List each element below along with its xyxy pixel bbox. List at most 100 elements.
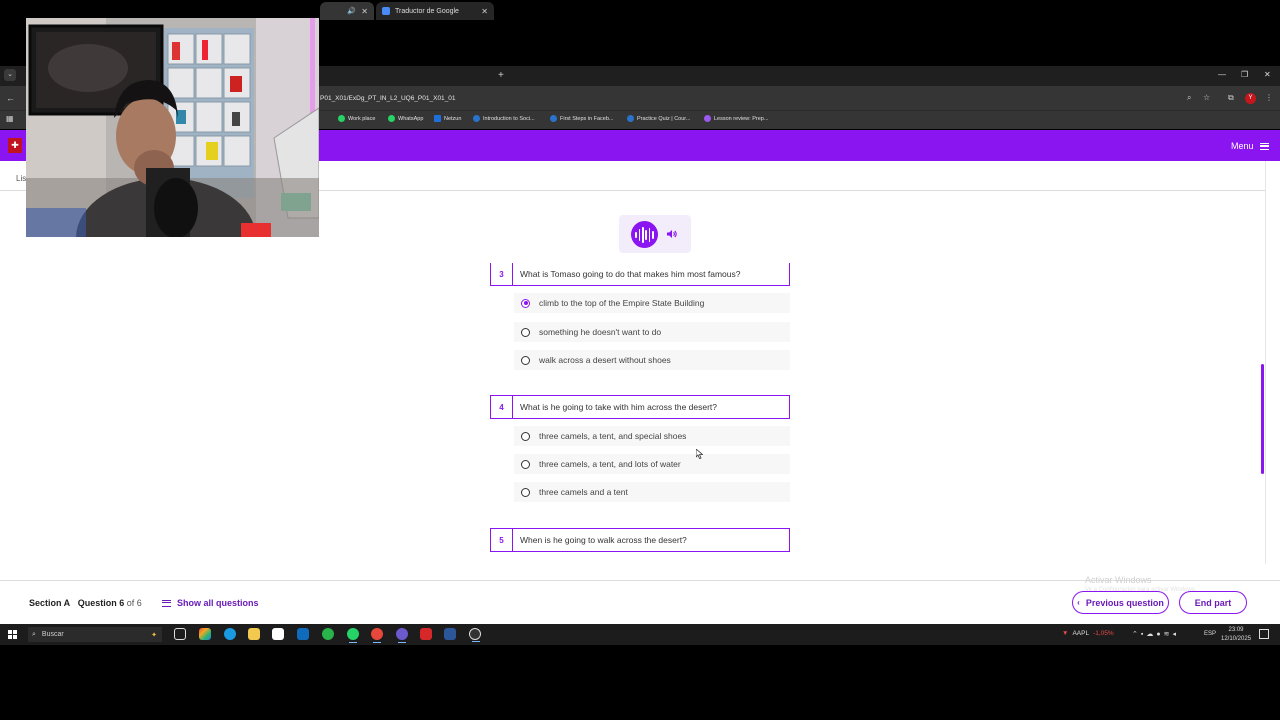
- option-q4-a[interactable]: three camels, a tent, and special shoes: [514, 426, 790, 446]
- bookmark-lesson-review[interactable]: Lesson review: Prep...: [704, 115, 768, 122]
- apps-grid-icon[interactable]: ▦: [6, 114, 14, 123]
- question-total: of 6: [126, 598, 142, 608]
- tab-current[interactable]: 🔊 ✕: [320, 2, 374, 20]
- subnav-label[interactable]: Lis: [16, 174, 26, 183]
- language-indicator[interactable]: ESP: [1204, 631, 1216, 637]
- whatsapp-icon: [338, 115, 345, 122]
- bookmark-work-place[interactable]: Work place: [338, 115, 375, 122]
- radio-button[interactable]: [521, 487, 530, 497]
- whatsapp-icon[interactable]: [347, 628, 359, 643]
- option-q3-a[interactable]: climb to the top of the Empire State Bui…: [514, 293, 790, 313]
- stock-change: -1,05%: [1093, 630, 1114, 637]
- university-logo[interactable]: ✚: [8, 138, 22, 153]
- question-number: 5: [491, 529, 513, 551]
- bookmark-label: Netzun: [444, 115, 462, 122]
- outlook-icon[interactable]: [297, 628, 309, 640]
- streaming-app-icon[interactable]: [396, 628, 408, 643]
- taskbar-clock[interactable]: 23:09 12/10/2025: [1221, 626, 1251, 644]
- taskbar-search-input[interactable]: ⌕ Buscar ✦: [28, 627, 162, 642]
- bookmark-label: Lesson review: Prep...: [714, 115, 769, 122]
- option-text: three camels, a tent, and special shoes: [539, 431, 687, 441]
- notification-icon[interactable]: [1259, 629, 1269, 639]
- option-q4-c[interactable]: three camels and a tent: [514, 482, 790, 502]
- bookmark-practice-quiz[interactable]: Practice Quiz | Cour...: [627, 115, 690, 122]
- option-q3-b[interactable]: something he doesn't want to do: [514, 322, 790, 342]
- task-view-icon[interactable]: [174, 628, 186, 640]
- volume-icon[interactable]: [666, 228, 678, 240]
- bookmark-label: Practice Quiz | Cour...: [637, 115, 691, 122]
- minimize-icon[interactable]: —: [1218, 70, 1226, 79]
- tab-search-button[interactable]: ⌄: [4, 69, 16, 81]
- bookmark-netzun[interactable]: Netzun: [434, 115, 461, 122]
- radio-button[interactable]: [521, 431, 530, 441]
- spotify-icon[interactable]: [322, 628, 334, 640]
- screen: ⌄ 🔊 ✕ Traductor de Google ✕ + — ❐ ✕ ← P0…: [0, 0, 1280, 720]
- content-scrollbar[interactable]: [1261, 364, 1264, 474]
- section-progress: Section A Question 6 of 6: [29, 598, 142, 608]
- end-part-button[interactable]: End part: [1179, 591, 1247, 614]
- chevron-left-icon: ‹: [1077, 598, 1080, 607]
- search-icon: ⌕: [32, 630, 36, 638]
- word-icon[interactable]: [444, 628, 456, 640]
- bookmark-label: WhatsApp: [398, 115, 424, 122]
- content-edge: [1265, 161, 1266, 564]
- option-text: three camels, a tent, and lots of water: [539, 459, 681, 469]
- file-explorer-icon[interactable]: [248, 628, 260, 640]
- bookmark-label: Introduction to Soci...: [483, 115, 535, 122]
- clock-date: 12/10/2025: [1221, 636, 1252, 642]
- end-part-label: End part: [1194, 597, 1232, 608]
- lesson-icon: [704, 115, 711, 122]
- menu-button[interactable]: Menu: [1231, 141, 1269, 151]
- speaker-icon: 🔊: [347, 8, 356, 15]
- chrome-icon[interactable]: [371, 628, 383, 643]
- previous-question-button[interactable]: ‹ Previous question: [1072, 591, 1169, 614]
- close-window-icon[interactable]: ✕: [1264, 70, 1271, 79]
- kebab-menu-icon[interactable]: ⋮: [1265, 93, 1273, 102]
- radio-button[interactable]: [521, 355, 530, 365]
- bookmark-label: First Steps in Faceb...: [560, 115, 614, 122]
- option-text: three camels and a tent: [539, 487, 628, 497]
- option-q3-c[interactable]: walk across a desert without shoes: [514, 350, 790, 370]
- close-icon[interactable]: ✕: [481, 7, 488, 16]
- option-text: climb to the top of the Empire State Bui…: [539, 298, 705, 308]
- store-icon[interactable]: [272, 628, 284, 640]
- tab-translator[interactable]: Traductor de Google ✕: [376, 2, 494, 20]
- new-tab-button[interactable]: +: [498, 70, 504, 81]
- copilot-icon[interactable]: [199, 628, 211, 640]
- option-text: something he doesn't want to do: [539, 327, 662, 337]
- brave-icon[interactable]: [420, 628, 432, 640]
- restore-icon[interactable]: ❐: [1241, 70, 1248, 79]
- system-tray[interactable]: ⌃▪☁●≋◂: [1132, 630, 1179, 638]
- extensions-icon[interactable]: ⧉: [1228, 93, 1234, 103]
- windows-start-icon[interactable]: [8, 630, 17, 639]
- question-text: What is Tomaso going to do that makes hi…: [520, 269, 741, 279]
- question-5-header: 5 When is he going to walk across the de…: [490, 528, 790, 552]
- mouse-cursor-icon: [696, 449, 703, 459]
- show-all-questions-button[interactable]: Show all questions: [162, 598, 259, 608]
- bookmark-intro-soci[interactable]: Introduction to Soci...: [473, 115, 535, 122]
- close-icon[interactable]: ✕: [361, 7, 368, 16]
- volume-icon: ◂: [1172, 631, 1179, 638]
- edge-icon[interactable]: [224, 628, 236, 640]
- profile-avatar[interactable]: Y: [1245, 93, 1256, 104]
- bookmark-whatsapp[interactable]: WhatsApp: [388, 115, 423, 122]
- radio-button[interactable]: [521, 327, 530, 337]
- stock-widget[interactable]: ▼ AAPL -1,05%: [1062, 630, 1114, 637]
- whatsapp-icon: [388, 115, 395, 122]
- audio-wave-icon[interactable]: [631, 221, 658, 248]
- tab-translator-title: Traductor de Google: [395, 7, 459, 15]
- back-arrow-icon[interactable]: ←: [6, 93, 15, 103]
- recorder-icon[interactable]: [469, 628, 481, 642]
- question-4-header: 4 What is he going to take with him acro…: [490, 395, 790, 419]
- zoom-icon[interactable]: ⌕: [1187, 93, 1191, 103]
- sparkle-icon: ✦: [151, 631, 157, 639]
- url-text[interactable]: P01_X01/ExDg_PT_IN_L2_UQ6_P01_X01_01: [320, 95, 456, 102]
- radio-button[interactable]: [521, 459, 530, 469]
- question-text: What is he going to take with him across…: [520, 402, 718, 412]
- bookmark-first-steps[interactable]: First Steps in Faceb...: [550, 115, 614, 122]
- option-q4-b[interactable]: three camels, a tent, and lots of water: [514, 454, 790, 474]
- option-text: walk across a desert without shoes: [539, 355, 671, 365]
- cloud-icon: ☁: [1146, 631, 1157, 638]
- radio-selected[interactable]: [521, 298, 530, 308]
- star-icon[interactable]: ☆: [1203, 93, 1210, 102]
